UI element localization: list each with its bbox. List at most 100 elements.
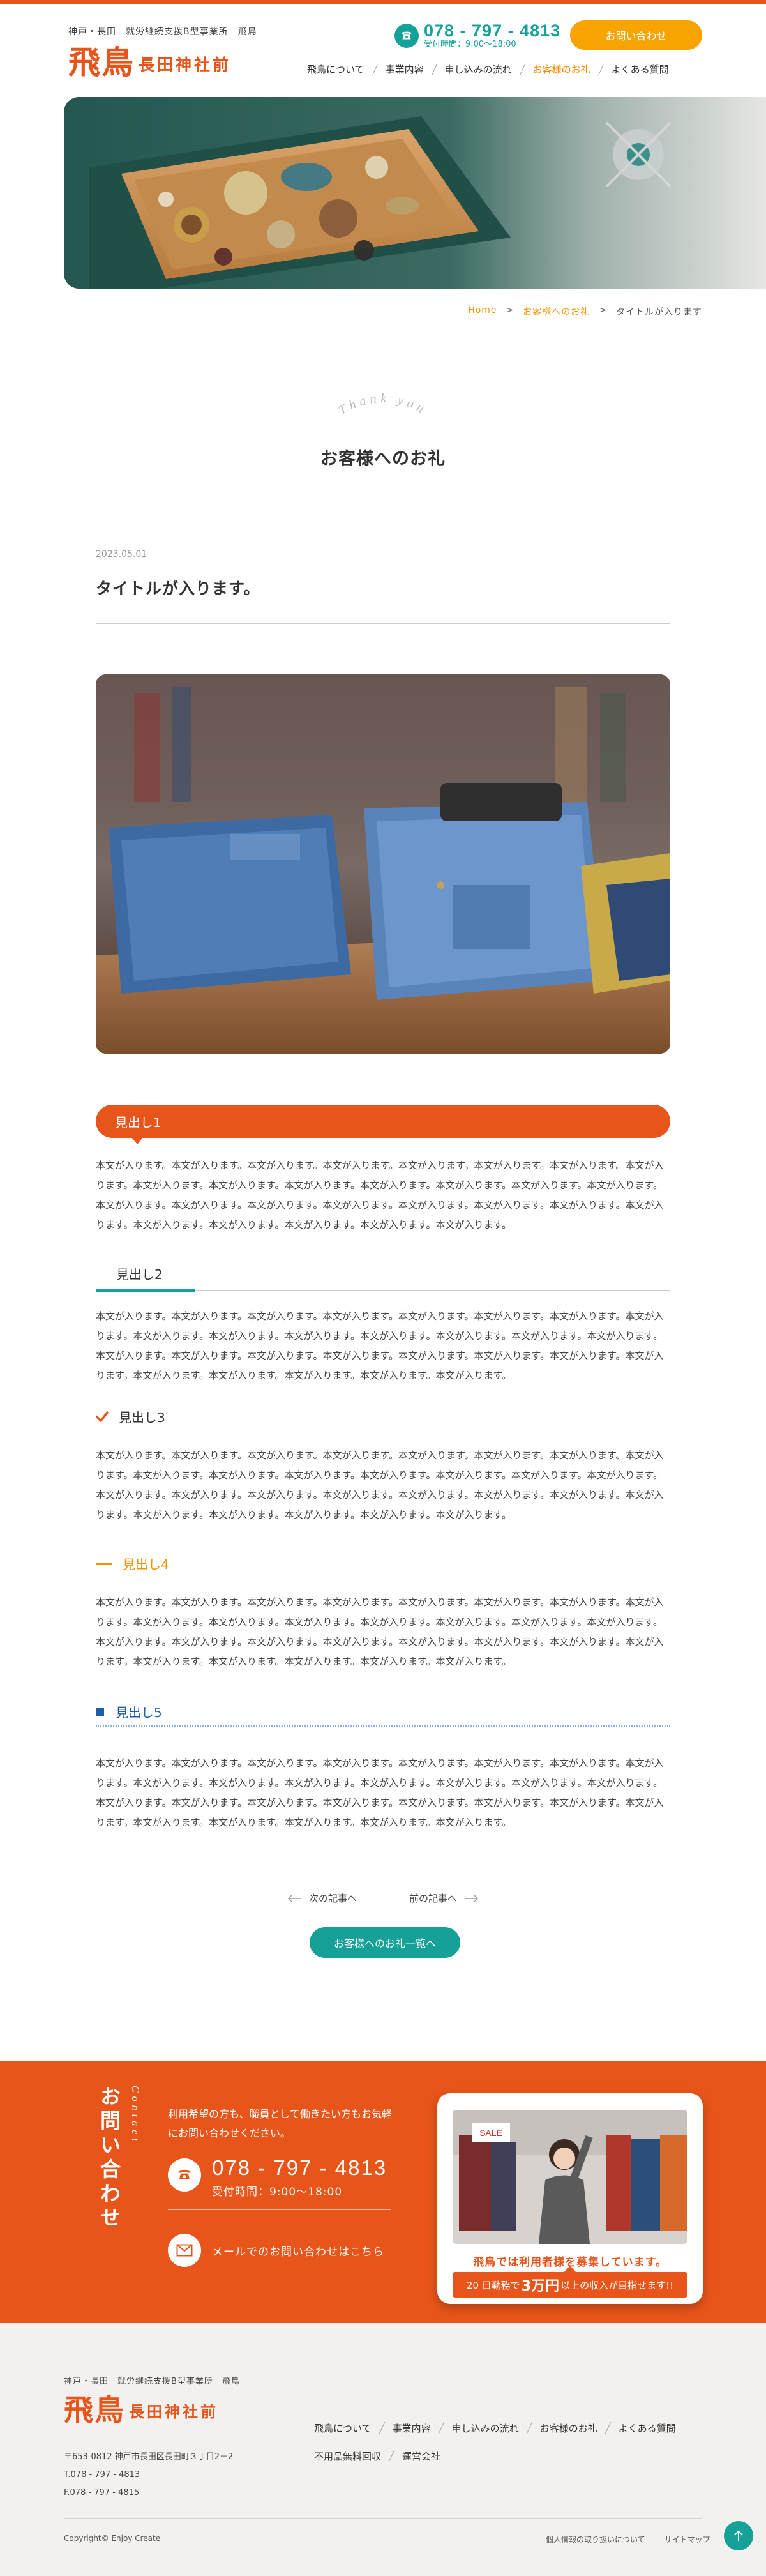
site-logo[interactable]: 飛鳥 長田神社前 bbox=[68, 43, 231, 79]
site-header: 神戸・長田 就労継続支援B型事業所 飛鳥 飛鳥 長田神社前 078 - 797 … bbox=[0, 4, 766, 96]
recruit-banner-pre: 20 日勤務で bbox=[466, 2279, 520, 2291]
breadcrumb-separator: > bbox=[506, 305, 514, 315]
footer-logo-sub: 長田神社前 bbox=[129, 2402, 218, 2421]
breadcrumb-home[interactable]: Home bbox=[468, 305, 497, 318]
dash-icon bbox=[96, 1563, 112, 1565]
heading-1: 見出し1 bbox=[96, 1105, 670, 1138]
footer-nav-flow[interactable]: 申し込みの流れ bbox=[452, 2421, 519, 2435]
footer-address-block: 〒653-0812 神戸市長田区長田町３丁目2－2 T.078 - 797 - … bbox=[64, 2448, 233, 2502]
heading-5: 見出し5 bbox=[96, 1702, 162, 1721]
body-paragraph-4: 本文が入ります。本文が入ります。本文が入ります。本文が入ります。本文が入ります。… bbox=[96, 1596, 664, 1667]
next-post-label: 次の記事へ bbox=[309, 1893, 357, 1904]
body-paragraph-1: 本文が入ります。本文が入ります。本文が入ります。本文が入ります。本文が入ります。… bbox=[96, 1160, 664, 1231]
contact-lead: 利用希望の方も、職員として働きたい方もお気軽にお問い合わせください。 bbox=[168, 2108, 393, 2139]
footer-nav-about[interactable]: 飛鳥について bbox=[314, 2421, 372, 2435]
svg-text:Thank you: Thank you bbox=[336, 391, 430, 418]
footer-nav-faq[interactable]: よくある質問 bbox=[619, 2421, 676, 2435]
heading-2-rule-accent bbox=[96, 1289, 195, 1292]
sitemap-link[interactable]: サイトマップ bbox=[665, 2534, 710, 2545]
recruit-banner-arrow bbox=[564, 2266, 576, 2272]
footer-logo[interactable]: 飛鳥 長田神社前 bbox=[64, 2390, 218, 2425]
svg-text:SALE: SALE bbox=[479, 2128, 502, 2138]
footer-logo-main: 飛鳥 bbox=[64, 2393, 125, 2427]
body-paragraph-2: 本文が入ります。本文が入ります。本文が入ります。本文が入ります。本文が入ります。… bbox=[96, 1310, 664, 1381]
contact-phone-number[interactable]: 078 - 797 - 4813 bbox=[212, 2156, 387, 2180]
square-icon bbox=[96, 1708, 104, 1716]
copyright: Copyright© Enjoy Create bbox=[64, 2534, 161, 2543]
post-date: 2023.05.01 bbox=[96, 549, 147, 559]
logo-main-text: 飛鳥 bbox=[68, 43, 135, 81]
recruit-banner-post: 以上の収入が目指せます!! bbox=[560, 2279, 674, 2291]
footer-tel: T.078 - 797 - 4813 bbox=[64, 2470, 140, 2480]
nav-item-thanks[interactable]: お客様のお礼 bbox=[533, 63, 590, 76]
page-title: お客様へのお礼 bbox=[320, 449, 446, 469]
nav-separator bbox=[431, 63, 437, 75]
page-en-title: Thank you bbox=[336, 391, 430, 418]
breadcrumb-separator: > bbox=[599, 305, 607, 315]
breadcrumb: Home > お客様へのお礼 > タイトルが入ります bbox=[468, 305, 702, 318]
nav-separator bbox=[519, 63, 525, 75]
post-title: タイトルが入ります。 bbox=[96, 579, 260, 598]
nav-separator bbox=[372, 63, 378, 75]
title-divider bbox=[96, 623, 670, 624]
nav-item-faq[interactable]: よくある質問 bbox=[612, 63, 669, 76]
heading-3: 見出し3 bbox=[96, 1407, 165, 1426]
arrow-up-icon bbox=[734, 2530, 743, 2542]
heading-4-text: 見出し4 bbox=[123, 1557, 169, 1572]
footer-nav-thanks[interactable]: お客様のお礼 bbox=[540, 2421, 597, 2435]
heading-2: 見出し2 bbox=[116, 1267, 163, 1282]
contact-mail-link[interactable]: メールでのお問い合わせはこちら bbox=[212, 2243, 384, 2259]
footer-address: 〒653-0812 神戸市長田区長田町３丁目2－2 bbox=[64, 2452, 234, 2462]
prev-post-label: 前の記事へ bbox=[409, 1893, 457, 1904]
footer-nav-company[interactable]: 運営会社 bbox=[402, 2450, 440, 2463]
privacy-link[interactable]: 個人情報の取り扱いについて bbox=[546, 2534, 645, 2545]
page-top-button[interactable] bbox=[724, 2521, 753, 2550]
contact-hours: 受付時間：9:00〜18:00 bbox=[212, 2186, 343, 2199]
body-paragraph-5: 本文が入ります。本文が入ります。本文が入ります。本文が入ります。本文が入ります。… bbox=[96, 1757, 664, 1828]
footer-nav: 飛鳥について 事業内容 申し込みの流れ お客様のお礼 よくある質問 不用品無料回… bbox=[314, 2414, 723, 2470]
recruit-banner-amount: 3万円 bbox=[521, 2278, 560, 2294]
nav-separator bbox=[438, 2422, 444, 2434]
nav-separator bbox=[526, 2422, 532, 2434]
mail-icon bbox=[168, 2234, 201, 2267]
breadcrumb-current: タイトルが入ります bbox=[616, 307, 702, 317]
page-title-section: Thank you お客様へのお礼 bbox=[0, 383, 766, 473]
contact-title-en: Contact bbox=[130, 2086, 140, 2145]
logo-sub-text: 長田神社前 bbox=[139, 56, 232, 74]
nav-separator bbox=[605, 2422, 611, 2434]
nav-separator bbox=[597, 63, 604, 75]
next-post-link[interactable]: 次の記事へ bbox=[287, 1891, 357, 1905]
contact-title-jp: お問い合わせ bbox=[97, 2086, 121, 2231]
hero-image bbox=[64, 97, 766, 289]
heading-1-arrow bbox=[131, 1137, 144, 1144]
heading-5-text: 見出し5 bbox=[116, 1705, 162, 1720]
site-footer: 神戸・長田 就労継続支援B型事業所 飛鳥 飛鳥 長田神社前 〒653-0812 … bbox=[0, 2323, 766, 2576]
breadcrumb-parent[interactable]: お客様へのお礼 bbox=[523, 305, 590, 318]
header-phone-hours: 受付時間：9:00〜18:00 bbox=[424, 40, 516, 49]
arrow-left-icon bbox=[287, 1894, 301, 1902]
footer-nav-services[interactable]: 事業内容 bbox=[393, 2421, 431, 2435]
contact-divider bbox=[168, 2209, 391, 2210]
contact-heading: お問い合わせ Contact bbox=[94, 2086, 140, 2231]
header-phone[interactable]: 078 - 797 - 4813 受付時間：9:00〜18:00 bbox=[394, 22, 560, 50]
nav-item-about[interactable]: 飛鳥について bbox=[307, 63, 364, 76]
recruit-card[interactable]: SALE 飛鳥では利用者様を募集しています。 20 日勤務で 3万円 以上の収入… bbox=[437, 2093, 703, 2304]
prev-post-link[interactable]: 前の記事へ bbox=[409, 1891, 479, 1905]
contact-section: お問い合わせ Contact 利用希望の方も、職員として働きたい方もお気軽にお問… bbox=[0, 2061, 766, 2323]
recruit-banner: 20 日勤務で 3万円 以上の収入が目指せます!! bbox=[453, 2272, 687, 2298]
global-nav: 飛鳥について 事業内容 申し込みの流れ お客様のお礼 よくある質問 bbox=[307, 63, 669, 76]
archive-button[interactable]: お客様へのお礼一覧へ bbox=[310, 1927, 460, 1958]
footer-links: 個人情報の取り扱いについて サイトマップ bbox=[546, 2534, 710, 2545]
phone-icon bbox=[394, 24, 419, 48]
footer-subtitle: 神戸・長田 就労継続支援B型事業所 飛鳥 bbox=[64, 2377, 240, 2386]
heading-3-text: 見出し3 bbox=[119, 1410, 165, 1425]
footer-divider bbox=[64, 2518, 702, 2519]
nav-item-services[interactable]: 事業内容 bbox=[386, 63, 424, 76]
recruit-photo: SALE bbox=[453, 2110, 687, 2244]
nav-separator bbox=[388, 2450, 395, 2462]
footer-nav-pickup[interactable]: 不用品無料回収 bbox=[314, 2450, 381, 2463]
header-contact-button[interactable]: お問い合わせ bbox=[570, 20, 702, 50]
nav-item-flow[interactable]: 申し込みの流れ bbox=[445, 63, 512, 76]
footer-fax: F.078 - 797 - 4815 bbox=[64, 2488, 140, 2497]
phone-icon bbox=[168, 2158, 201, 2192]
